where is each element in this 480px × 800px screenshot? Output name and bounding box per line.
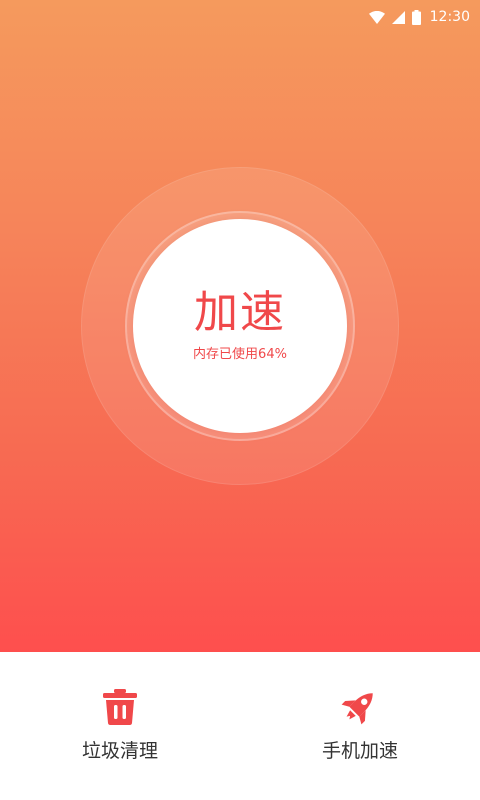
app-screen: 12:30 加速 内存已使用64% 垃圾清理 手机加速: [0, 0, 480, 800]
nav-label-phone-boost: 手机加速: [321, 740, 398, 762]
status-bar: 12:30: [0, 0, 480, 34]
nav-item-phone-boost[interactable]: 手机加速: [240, 652, 480, 800]
boost-title: 加速: [194, 287, 286, 338]
memory-usage-text: 内存已使用64%: [193, 347, 287, 362]
nav-label-junk-clean: 垃圾清理: [81, 740, 158, 762]
trash-icon: [100, 686, 140, 726]
bottom-nav: 垃圾清理 手机加速: [0, 652, 480, 800]
nav-item-junk-clean[interactable]: 垃圾清理: [0, 652, 240, 800]
boost-button[interactable]: 加速 内存已使用64%: [133, 219, 347, 433]
wifi-icon: [368, 10, 385, 24]
battery-icon: [411, 9, 421, 25]
status-time: 12:30: [429, 9, 470, 25]
status-icons: 12:30: [368, 7, 470, 27]
hero-background: 12:30 加速 内存已使用64%: [0, 0, 480, 652]
rocket-icon: [340, 686, 380, 726]
signal-icon: [391, 10, 405, 24]
